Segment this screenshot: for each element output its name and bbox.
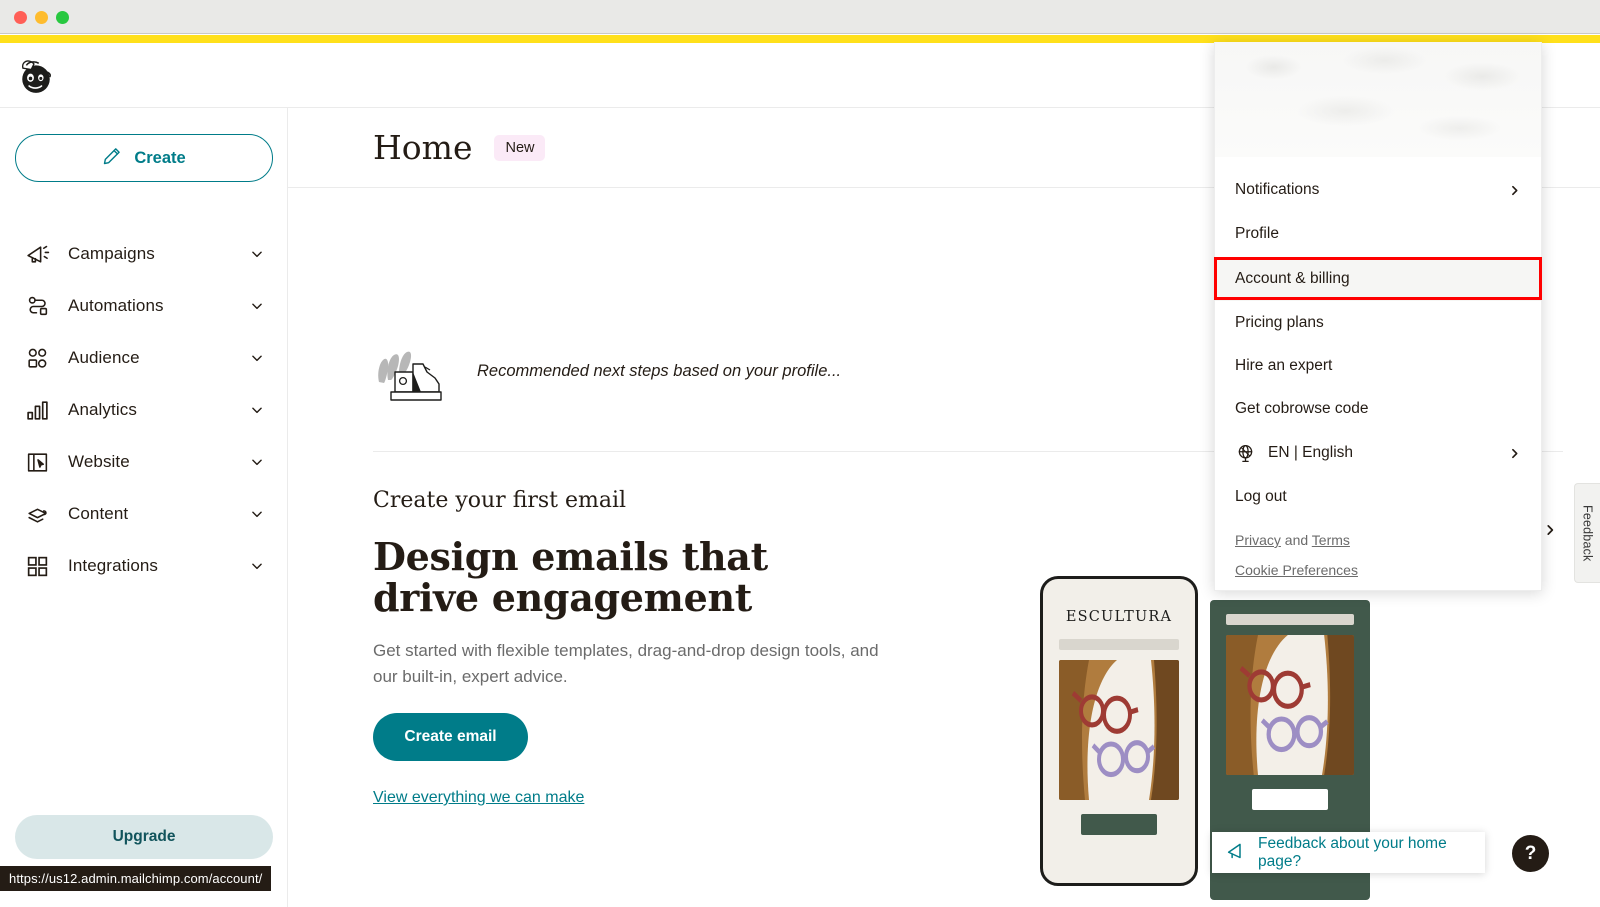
close-window-button[interactable] <box>14 11 27 24</box>
feedback-side-tab[interactable]: Feedback <box>1574 483 1600 583</box>
cookie-preferences-row: Cookie Preferences <box>1235 562 1358 578</box>
window-titlebar <box>0 0 1600 34</box>
feedback-side-tab-label: Feedback <box>1580 504 1595 562</box>
chevron-right-icon <box>1508 447 1521 460</box>
sidebar-item-label: Integrations <box>68 556 159 575</box>
menu-item-label: Pricing plans <box>1235 314 1324 331</box>
account-dropdown-menu: Notifications Profile Account & billing … <box>1214 42 1542 591</box>
chevron-down-icon[interactable] <box>250 299 264 313</box>
create-button-label: Create <box>134 148 186 167</box>
sidebar-item-label: Analytics <box>68 400 137 419</box>
status-bar-url: https://us12.admin.mailchimp.com/account… <box>0 866 272 891</box>
menu-item-label: Hire an expert <box>1235 357 1333 374</box>
chevron-down-icon[interactable] <box>250 351 264 365</box>
content-stack-icon <box>22 499 52 529</box>
menu-item-account-billing[interactable]: Account & billing <box>1215 257 1541 301</box>
status-badge: New <box>494 134 546 161</box>
boot-illustration-icon <box>373 336 457 406</box>
section-eyebrow: Create your first email <box>373 488 627 513</box>
chevron-down-icon[interactable] <box>250 455 264 469</box>
sidebar-item-campaigns[interactable]: Campaigns <box>0 228 288 280</box>
menu-item-label: Get cobrowse code <box>1235 400 1369 417</box>
cookie-preferences-link[interactable]: Cookie Preferences <box>1235 562 1358 578</box>
menu-item-hire-an-expert[interactable]: Hire an expert <box>1215 344 1541 388</box>
sidebar-item-analytics[interactable]: Analytics <box>0 384 288 436</box>
zoom-window-button[interactable] <box>56 11 69 24</box>
legal-conjunction: and <box>1284 532 1309 548</box>
chevron-down-icon[interactable] <box>250 507 264 521</box>
sidebar-item-label: Campaigns <box>68 244 155 263</box>
glasses-artwork <box>1059 660 1179 800</box>
sidebar-item-label: Content <box>68 504 129 523</box>
bar-chart-icon <box>22 395 52 425</box>
website-cursor-icon <box>22 447 52 477</box>
privacy-link[interactable]: Privacy <box>1235 532 1281 548</box>
pencil-icon <box>102 146 122 171</box>
create-button[interactable]: Create <box>15 134 273 182</box>
view-everything-link[interactable]: View everything we can make <box>373 789 584 807</box>
menu-item-label: Profile <box>1235 225 1279 242</box>
mockup-cta-button <box>1081 814 1157 835</box>
sidebar-nav: Campaigns Automations Audience Analytics… <box>0 228 288 592</box>
feedback-toast-label: Feedback about your home page? <box>1258 834 1447 870</box>
menu-item-label: Log out <box>1235 488 1287 505</box>
dropdown-blurred-header <box>1215 42 1541 157</box>
upgrade-button-label: Upgrade <box>112 828 176 845</box>
recommendation-row: Recommended next steps based on your pro… <box>373 336 841 406</box>
globe-icon <box>1235 443 1256 464</box>
mailchimp-monkey-logo[interactable] <box>14 51 58 99</box>
sidebar-item-label: Automations <box>68 296 164 315</box>
help-button-label: ? <box>1524 842 1537 864</box>
mockup-brand-name: ESCULTURA <box>1065 609 1173 625</box>
chevron-down-icon[interactable] <box>250 403 264 417</box>
megaphone-icon <box>22 239 52 269</box>
sidebar-item-audience[interactable]: Audience <box>0 332 288 384</box>
legal-links-row: Privacy and Terms <box>1235 532 1350 548</box>
menu-item-pricing-plans[interactable]: Pricing plans <box>1215 301 1541 345</box>
upgrade-button[interactable]: Upgrade <box>15 815 273 859</box>
mockup-cta-button <box>1252 789 1328 810</box>
recommendation-text: Recommended next steps based on your pro… <box>477 361 842 380</box>
help-button[interactable]: ? <box>1512 835 1549 872</box>
hero-heading: Design emails that drive engagement <box>373 534 768 621</box>
menu-item-label: Account & billing <box>1235 270 1350 287</box>
sidebar-item-integrations[interactable]: Integrations <box>0 540 288 592</box>
page-title: Home <box>373 128 473 167</box>
menu-item-notifications[interactable]: Notifications <box>1215 168 1541 212</box>
menu-item-log-out[interactable]: Log out <box>1215 475 1541 519</box>
feedback-toast-button[interactable]: Feedback about your home page? <box>1212 832 1485 873</box>
grid-squares-icon <box>22 551 52 581</box>
menu-item-language[interactable]: EN | English <box>1215 431 1541 475</box>
automation-flow-icon <box>22 291 52 321</box>
glasses-artwork <box>1226 635 1354 775</box>
primary-sidebar: Create Campaigns Automations Audience An… <box>0 108 288 907</box>
megaphone-icon <box>1226 840 1247 866</box>
sidebar-item-label: Audience <box>68 348 140 367</box>
sidebar-item-content[interactable]: Content <box>0 488 288 540</box>
menu-item-profile[interactable]: Profile <box>1215 212 1541 256</box>
chevron-right-icon[interactable] <box>1543 523 1557 537</box>
minimize-window-button[interactable] <box>35 11 48 24</box>
menu-item-get-cobrowse-code[interactable]: Get cobrowse code <box>1215 387 1541 431</box>
terms-link[interactable]: Terms <box>1312 532 1350 548</box>
window-controls <box>14 11 69 24</box>
hero-subtext: Get started with flexible templates, dra… <box>373 641 879 687</box>
chevron-right-icon <box>1508 184 1521 197</box>
create-email-button[interactable]: Create email <box>373 713 528 761</box>
chevron-down-icon[interactable] <box>250 247 264 261</box>
phone-mockup-front: ESCULTURA <box>1040 576 1198 886</box>
sidebar-item-website[interactable]: Website <box>0 436 288 488</box>
sidebar-item-automations[interactable]: Automations <box>0 280 288 332</box>
sidebar-item-label: Website <box>68 452 130 471</box>
menu-item-label: EN | English <box>1268 444 1354 461</box>
chevron-down-icon[interactable] <box>250 559 264 573</box>
menu-item-label: Notifications <box>1235 181 1320 198</box>
people-icon <box>22 343 52 373</box>
app-root: Create Campaigns Automations Audience An… <box>0 0 1600 907</box>
